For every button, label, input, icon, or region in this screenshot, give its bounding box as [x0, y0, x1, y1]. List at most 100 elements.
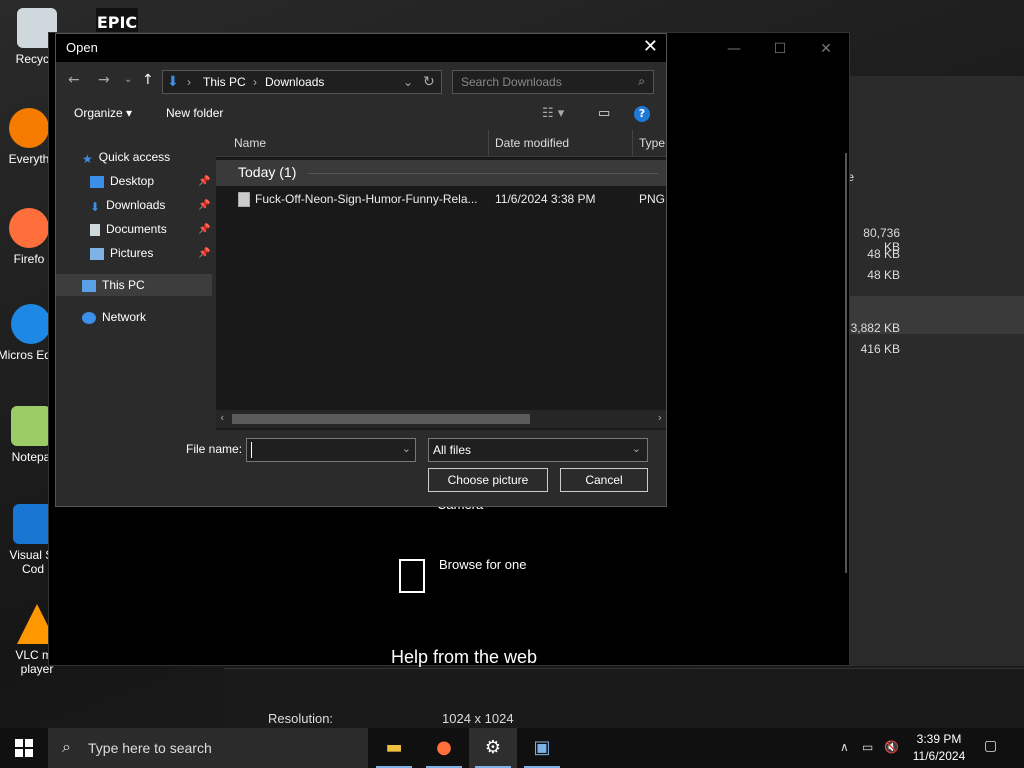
- file-size: 48 KB: [867, 268, 900, 282]
- search-icon: ⌕: [638, 74, 645, 88]
- breadcrumb-downloads[interactable]: Downloads: [265, 75, 324, 89]
- nav-label: Documents: [106, 222, 167, 236]
- help-from-web-heading: Help from the web: [391, 647, 538, 667]
- nav-network[interactable]: Network: [82, 310, 146, 324]
- taskbar-app[interactable]: ▣: [518, 728, 566, 768]
- png-file-icon: [238, 192, 250, 207]
- taskbar-search[interactable]: ⌕ Type here to search: [48, 728, 368, 768]
- horizontal-scrollbar[interactable]: ‹ ›: [216, 410, 666, 428]
- view-options-icon[interactable]: ☷ ▾: [542, 106, 564, 121]
- address-bar[interactable]: ⬇ › This PC › Downloads ⌄ ↻: [162, 70, 442, 94]
- pin-icon[interactable]: 📌: [198, 200, 210, 211]
- maximize-icon[interactable]: ☐: [757, 33, 803, 65]
- close-icon[interactable]: ✕: [643, 36, 658, 57]
- nav-this-pc[interactable]: This PC: [82, 278, 145, 292]
- nav-label: Desktop: [110, 174, 155, 188]
- desktop-folder-icon: [90, 175, 104, 188]
- windows-logo-icon: [15, 739, 33, 757]
- minimize-icon[interactable]: —: [711, 33, 757, 65]
- window-controls: — ☐ ✕: [711, 33, 849, 65]
- address-dropdown-icon[interactable]: ⌄: [403, 75, 413, 89]
- file-type-filter[interactable]: All files ⌄: [428, 438, 648, 462]
- chevron-down-icon[interactable]: ⌄: [402, 442, 411, 455]
- start-button[interactable]: [0, 728, 48, 768]
- taskbar-clock[interactable]: 3:39 PM 11/6/2024: [904, 731, 974, 765]
- taskbar-file-explorer[interactable]: ▬: [370, 728, 418, 768]
- pin-icon[interactable]: 📌: [198, 248, 210, 259]
- up-arrow-icon[interactable]: ↑: [142, 72, 154, 88]
- nav-label: Network: [102, 310, 147, 324]
- close-icon[interactable]: ✕: [803, 33, 849, 65]
- browse-for-one-option[interactable]: Browse for one: [439, 557, 526, 572]
- downloads-arrow-icon: ⬇: [167, 73, 179, 89]
- scroll-right-icon[interactable]: ›: [658, 411, 662, 424]
- scrollbar[interactable]: [845, 153, 847, 573]
- file-name-label: File name:: [186, 442, 243, 456]
- nav-quick-access[interactable]: ★ Quick access: [82, 150, 171, 166]
- open-dialog: Open ✕ ← → ⌄ ↑ ⬇ › This PC › Downloads ⌄…: [55, 33, 667, 507]
- file-row[interactable]: Fuck-Off-Neon-Sign-Humor-Funny-Rela... 1…: [216, 188, 666, 210]
- new-folder-button[interactable]: New folder: [166, 106, 223, 120]
- nav-documents[interactable]: Documents: [90, 222, 167, 236]
- browse-icon: [399, 559, 425, 593]
- file-size: 48 KB: [867, 247, 900, 261]
- star-icon: ★: [82, 151, 93, 166]
- resolution-value: 1024 x 1024: [442, 711, 514, 726]
- file-name-input[interactable]: ⌄: [246, 438, 416, 462]
- help-icon[interactable]: ?: [634, 106, 650, 122]
- breadcrumb-this-pc[interactable]: This PC: [203, 75, 246, 89]
- background-explorer-window: e 80,736 KB 48 KB 48 KB 3,882 KB 416 KB: [847, 76, 1024, 666]
- notepad-icon: [11, 406, 51, 446]
- back-arrow-icon[interactable]: ←: [68, 72, 80, 88]
- nav-label: Quick access: [98, 150, 171, 164]
- nav-downloads[interactable]: ⬇ Downloads: [90, 198, 166, 214]
- network-icon[interactable]: ▭: [862, 740, 873, 754]
- breadcrumb-separator: ›: [253, 75, 257, 89]
- network-icon: [82, 311, 96, 324]
- scrollbar-thumb[interactable]: [232, 414, 530, 424]
- taskbar-firefox[interactable]: ●: [420, 728, 468, 768]
- choose-picture-button[interactable]: Choose picture: [428, 468, 548, 492]
- search-box[interactable]: Search Downloads ⌕: [452, 70, 654, 94]
- pin-icon[interactable]: 📌: [198, 176, 210, 187]
- dialog-titlebar: Open ✕: [56, 34, 666, 62]
- nav-label: This PC: [102, 278, 145, 292]
- column-type[interactable]: Type: [639, 136, 665, 150]
- scroll-left-icon[interactable]: ‹: [220, 411, 224, 424]
- firefox-icon: [9, 208, 49, 248]
- navigation-pane: ★ Quick access Desktop 📌 ⬇ Downloads 📌 Doc…: [56, 130, 214, 430]
- refresh-icon[interactable]: ↻: [423, 73, 435, 90]
- filter-value: All files: [433, 443, 472, 457]
- column-date-modified[interactable]: Date modified: [495, 136, 569, 150]
- nav-pictures[interactable]: Pictures: [90, 246, 153, 260]
- chevron-down-icon[interactable]: ⌄: [632, 442, 641, 455]
- pictures-icon: [90, 247, 104, 260]
- column-header: Name Date modified Type: [216, 130, 666, 157]
- nav-label: Downloads: [106, 198, 166, 212]
- pin-icon[interactable]: 📌: [198, 224, 210, 235]
- tray-chevron-icon[interactable]: ∧: [840, 740, 849, 754]
- column-separator[interactable]: [488, 130, 489, 156]
- everything-icon: [9, 108, 49, 148]
- edge-icon: [11, 304, 51, 344]
- notification-icon[interactable]: ▢: [984, 738, 997, 754]
- cancel-button[interactable]: Cancel: [560, 468, 648, 492]
- dialog-bottombar: File name: ⌄ All files ⌄ Choose picture …: [56, 430, 666, 506]
- volume-muted-icon[interactable]: 🔇: [884, 740, 899, 754]
- forward-arrow-icon[interactable]: →: [98, 72, 110, 88]
- taskbar-settings[interactable]: ⚙: [469, 728, 517, 768]
- file-date: 11/6/2024 3:38 PM: [495, 192, 596, 206]
- recent-chevron-icon[interactable]: ⌄: [124, 74, 132, 85]
- group-header[interactable]: Today (1): [216, 160, 666, 186]
- preview-pane-icon[interactable]: ▭: [598, 106, 610, 121]
- downloads-icon: ⬇: [90, 199, 101, 214]
- footer-strip: [224, 668, 1024, 729]
- organize-button[interactable]: Organize ▾: [74, 106, 132, 120]
- vscode-icon: [13, 504, 53, 544]
- search-icon: ⌕: [62, 737, 71, 756]
- group-label: Today (1): [238, 164, 297, 180]
- resolution-label: Resolution:: [268, 711, 334, 726]
- nav-desktop[interactable]: Desktop: [90, 174, 154, 188]
- column-separator[interactable]: [632, 130, 633, 156]
- column-name[interactable]: Name: [234, 136, 266, 150]
